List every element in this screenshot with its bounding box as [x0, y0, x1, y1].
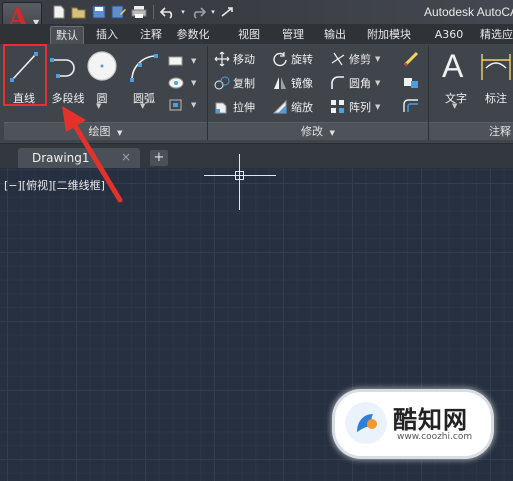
watermark: 酷知网 www.coozhi.com: [335, 392, 491, 456]
watermark-url: www.coozhi.com: [397, 432, 473, 442]
arrow-shaft: [71, 121, 123, 203]
watermark-logo-icon: [345, 402, 387, 444]
watermark-brand: 酷知网: [393, 406, 468, 434]
